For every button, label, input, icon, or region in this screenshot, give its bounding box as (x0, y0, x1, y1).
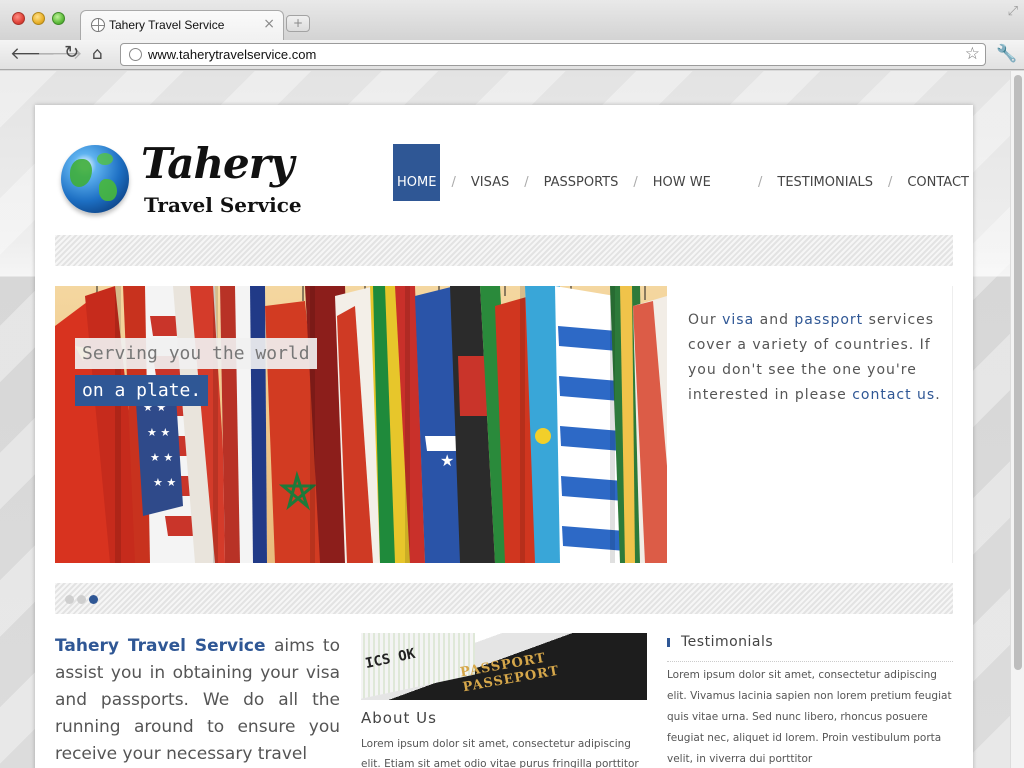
nav-separator: / (757, 175, 763, 190)
nav-contact[interactable]: CONTACT (903, 144, 973, 201)
site-info-icon[interactable] (129, 48, 142, 61)
about-us-text: Lorem ipsum dolor sit amet, consectetur … (361, 738, 639, 768)
tab-title: Tahery Travel Service (109, 18, 225, 32)
slider-divider-stripe (55, 583, 953, 614)
nav-separator: / (524, 175, 529, 190)
scrollbar-thumb[interactable] (1014, 75, 1022, 670)
page-viewport: Tahery Travel Service HOME / VISAS / PAS… (0, 71, 1010, 768)
header-divider-stripe (55, 235, 953, 266)
address-bar[interactable]: www.taherytravelservice.com ☆ (120, 43, 986, 66)
new-tab-button[interactable]: + (286, 15, 310, 32)
svg-text:★: ★ (440, 451, 454, 470)
page-scrollbar[interactable] (1010, 71, 1024, 768)
slide-description: Our visa and passport services cover a v… (688, 308, 943, 408)
bookmark-star-icon[interactable]: ☆ (965, 44, 980, 64)
browser-toolbar: 🡐 🡒 ↻ ⌂ www.taherytravelservice.com ☆ 🔧 (0, 40, 1024, 70)
nav-separator: / (887, 175, 893, 190)
close-window-button[interactable] (12, 12, 25, 25)
tab-close-icon[interactable]: × (263, 16, 275, 32)
passport-link[interactable]: passport (794, 312, 863, 328)
slider-dot-1[interactable] (65, 595, 74, 604)
svg-text:★ ★: ★ ★ (150, 451, 173, 464)
home-icon[interactable]: ⌂ (92, 44, 103, 64)
nav-home[interactable]: HOME (393, 144, 441, 201)
nav-passports[interactable]: PASSPORTS (540, 144, 623, 201)
testimonials-divider (667, 661, 953, 662)
zoom-window-button[interactable] (52, 12, 65, 25)
nav-visas[interactable]: VISAS (467, 144, 513, 201)
passport-image: ICS OK PASSPORT PASSEPORT (361, 633, 647, 700)
nav-separator: / (451, 175, 456, 190)
slide-text: Our (688, 312, 723, 328)
globe-icon (91, 18, 105, 32)
main-nav: HOME / VISAS / PASSPORTS / HOW WE WORK /… (393, 144, 973, 267)
slide-caption-line2: on a plate. (75, 375, 209, 406)
slider-panel-border (952, 286, 953, 563)
slide-caption-line1: Serving you the world (75, 338, 317, 369)
nav-testimonials[interactable]: TESTIMONIALS (773, 144, 877, 201)
visa-link[interactable]: visa (722, 312, 754, 328)
slide-text: . (935, 387, 941, 403)
browser-tab[interactable]: Tahery Travel Service × (80, 10, 284, 40)
wrench-menu-icon[interactable]: 🔧 (996, 44, 1017, 64)
svg-text:★ ★: ★ ★ (153, 476, 176, 489)
slide-text: and (754, 312, 795, 328)
nav-how-we-work[interactable]: HOW WE WORK (649, 144, 747, 267)
slider-dot-2[interactable] (77, 595, 86, 604)
browser-titlebar: Tahery Travel Service × + ⤢ (0, 0, 1024, 40)
url-text[interactable]: www.taherytravelservice.com (148, 47, 316, 62)
flags-illustration: ★ ★★ ★★ ★★ ★ ★ (55, 286, 667, 563)
svg-text:★ ★: ★ ★ (147, 426, 170, 439)
slider-dot-3[interactable] (89, 595, 98, 604)
minimize-window-button[interactable] (32, 12, 45, 25)
logo-name[interactable]: Tahery (141, 139, 294, 188)
nav-separator: / (633, 175, 638, 190)
intro-brand-name: Tahery Travel Service (55, 636, 266, 656)
site-container: Tahery Travel Service HOME / VISAS / PAS… (35, 105, 973, 768)
flags-slide-image: ★ ★ ★ ★ ★ ★ ★ ★ ★ Serving you the world … (55, 286, 667, 563)
testimonials-text: Lorem ipsum dolor sit amet, consectetur … (667, 669, 952, 765)
about-us-heading: About Us (361, 709, 437, 727)
testimonials-heading: Testimonials (667, 634, 773, 650)
slider-pagination (65, 595, 98, 604)
contact-us-link[interactable]: contact us (852, 387, 935, 403)
globe-logo-icon[interactable] (61, 145, 129, 213)
logo-subtitle[interactable]: Travel Service (144, 193, 302, 217)
fullscreen-icon[interactable]: ⤢ (1008, 4, 1018, 19)
intro-paragraph: Tahery Travel Service aims to assist you… (55, 633, 340, 768)
reload-icon[interactable]: ↻ (64, 42, 79, 63)
